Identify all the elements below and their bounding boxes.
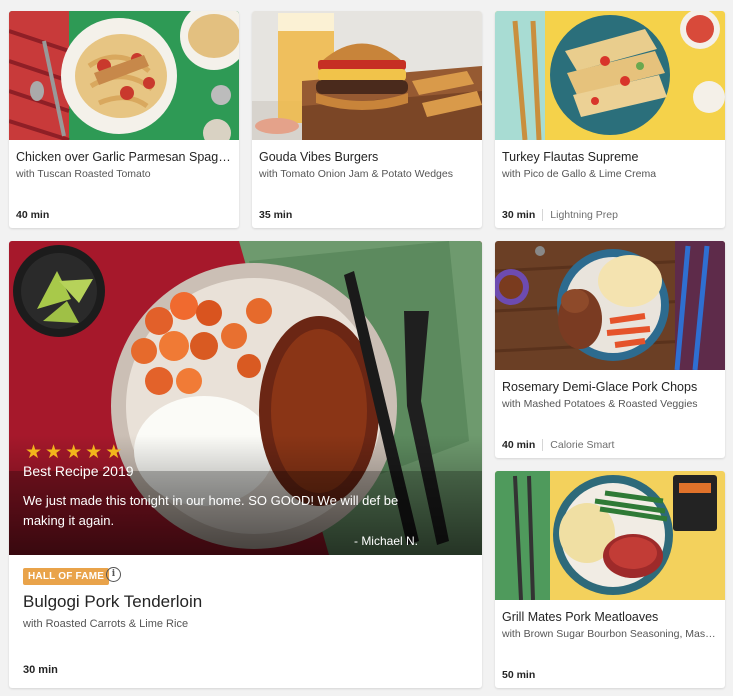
recipe-subtitle: with Pico de Gallo & Lime Crema [502, 168, 657, 180]
cook-time: 40 min [16, 209, 50, 221]
recipe-card-pork-meatloaves[interactable]: Grill Mates Pork Meatloaves with Brown S… [495, 471, 725, 688]
review-text: We just made this tonight in our home. S… [23, 493, 399, 528]
cook-time: 30 min [23, 664, 58, 676]
recipe-title: Chicken over Garlic Parmesan Spaghetti [16, 150, 232, 164]
recipe-title: Grill Mates Pork Meatloaves [502, 610, 659, 624]
info-icon[interactable]: i [106, 567, 121, 582]
recipe-title: Turkey Flautas Supreme [502, 150, 639, 164]
rating-stars: ★ ★ ★ ★ ★ [25, 443, 122, 462]
recipe-card-gouda-burgers[interactable]: Gouda Vibes Burgers with Tomato Onion Ja… [252, 11, 482, 228]
recipe-image [495, 471, 725, 600]
recipe-card-chicken-spaghetti[interactable]: Chicken over Garlic Parmesan Spaghetti w… [9, 11, 239, 228]
recipe-image [495, 241, 725, 370]
recipe-image [9, 11, 239, 140]
featured-recipe-card[interactable]: ★ ★ ★ ★ ★ Best Recipe 2019 We just made … [9, 241, 482, 688]
meta-divider [542, 209, 544, 221]
star-icon: ★ [85, 442, 103, 463]
recipe-tag: Calorie Smart [550, 439, 615, 451]
featured-recipe-title: Bulgogi Pork Tenderloin [23, 592, 203, 611]
recipe-title: Gouda Vibes Burgers [259, 150, 379, 164]
recipe-image [252, 11, 482, 140]
star-icon: ★ [105, 442, 123, 463]
recipe-meta: 50 min [502, 669, 535, 681]
recipe-subtitle: with Brown Sugar Bourbon Seasoning, Mash… [502, 628, 718, 640]
recipe-subtitle: with Tuscan Roasted Tomato [16, 168, 151, 180]
recipe-title: Rosemary Demi-Glace Pork Chops [502, 380, 698, 394]
cook-time: 40 min [502, 439, 536, 451]
recipe-subtitle: with Mashed Potatoes & Roasted Veggies [502, 398, 698, 410]
cook-time: 30 min [502, 209, 536, 221]
hall-of-fame-badge: HALL OF FAME [23, 568, 110, 585]
recipe-card-pork-chops[interactable]: Rosemary Demi-Glace Pork Chops with Mash… [495, 241, 725, 458]
featured-recipe-subtitle: with Roasted Carrots & Lime Rice [23, 618, 189, 630]
recipe-card-turkey-flautas[interactable]: Turkey Flautas Supreme with Pico de Gall… [495, 11, 725, 228]
cook-time: 35 min [259, 209, 293, 221]
recipe-tag: Lightning Prep [550, 209, 618, 221]
recipe-subtitle: with Tomato Onion Jam & Potato Wedges [259, 168, 453, 180]
recipe-image [495, 11, 725, 140]
recipe-meta: 35 min [259, 209, 292, 221]
star-icon: ★ [25, 442, 43, 463]
recipe-meta: 40 min Calorie Smart [502, 439, 614, 451]
award-label: Best Recipe 2019 [23, 463, 134, 479]
review-author: - Michael N. [353, 534, 418, 548]
star-icon: ★ [45, 442, 63, 463]
meta-divider [542, 439, 544, 451]
star-icon: ★ [65, 442, 83, 463]
recipe-meta: 40 min [16, 209, 49, 221]
recipe-meta: 30 min Lightning Prep [502, 209, 618, 221]
cook-time: 50 min [502, 669, 536, 681]
